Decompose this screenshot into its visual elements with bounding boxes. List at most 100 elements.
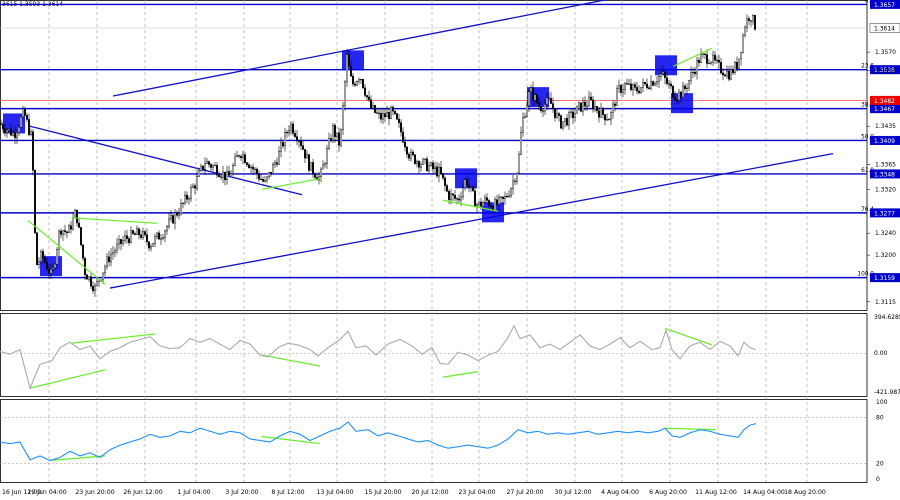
candle-body	[392, 106, 395, 112]
candle-body	[18, 127, 21, 133]
candle-body	[187, 198, 190, 200]
candle-body	[618, 85, 621, 89]
candle-body	[512, 180, 515, 189]
candle-body	[207, 161, 210, 165]
candle-body	[400, 122, 403, 133]
candle-body	[370, 99, 373, 109]
candle-body	[129, 230, 132, 243]
candle-body	[422, 158, 425, 165]
candle-body	[566, 118, 569, 126]
candle-body	[372, 105, 375, 109]
candle-body	[692, 72, 695, 74]
candle-body	[430, 162, 433, 167]
candle-body	[81, 244, 84, 259]
candle-body	[36, 232, 39, 266]
fib-price-label: 1.3467	[874, 106, 895, 113]
cci-divergence-line	[664, 327, 713, 346]
candle-body	[642, 81, 645, 88]
candle-body	[89, 276, 92, 287]
candle-body	[115, 243, 118, 251]
trendlines	[29, 0, 834, 289]
candle-body	[9, 128, 12, 136]
candle-body	[221, 171, 224, 178]
candle-body	[724, 74, 727, 77]
candle-body	[169, 215, 172, 220]
x-tick-label: 15 Jul 20:00	[364, 489, 401, 496]
candle-body	[177, 213, 180, 216]
candle-body	[143, 231, 146, 235]
candle-body	[336, 132, 339, 137]
candle-body	[185, 194, 188, 200]
price-tick-label: 1.3200	[875, 252, 896, 259]
candle-body	[684, 85, 687, 89]
candle-body	[398, 118, 401, 123]
candle-body	[732, 69, 735, 74]
candle-body	[600, 107, 603, 118]
candle-body	[658, 76, 661, 82]
candle-body	[330, 138, 333, 141]
candle-body	[714, 54, 717, 61]
candle-body	[530, 87, 533, 92]
price-tick-label: 1.3320	[875, 186, 896, 193]
candle-body	[516, 172, 519, 182]
price-tick-label: 1.3435	[875, 123, 896, 130]
candle-body	[24, 108, 27, 116]
candle-body	[542, 110, 545, 112]
candle-body	[540, 106, 543, 111]
x-tick-label: 18 Aug 20:00	[784, 489, 826, 496]
cci-line	[0, 324, 757, 390]
candle-body	[518, 154, 521, 174]
candle-body	[87, 276, 90, 280]
candle-body	[211, 165, 214, 168]
candle-body	[91, 285, 94, 291]
candle-body	[145, 234, 148, 243]
candle-body	[730, 69, 733, 80]
rsi-tick-label: 0	[876, 476, 880, 483]
candle-body	[722, 72, 725, 76]
candle-body	[139, 234, 142, 238]
candle-body	[614, 103, 617, 106]
candle-body	[424, 158, 427, 160]
candle-body	[580, 102, 583, 112]
fib-price-label: 1.3657	[874, 2, 895, 9]
candle-body	[602, 107, 605, 115]
candle-body	[678, 91, 681, 101]
candle-body	[44, 257, 47, 263]
candle-body	[26, 115, 29, 120]
candle-body	[586, 105, 589, 107]
x-tick-label: 14 Aug 04:00	[743, 489, 785, 496]
rsi-divergence-line	[664, 427, 717, 431]
candle-body	[436, 166, 439, 177]
candle-body	[133, 233, 136, 235]
candle-body	[276, 162, 279, 165]
candle-body	[304, 149, 307, 159]
x-tick-label: 26 Jun 12:00	[123, 489, 162, 496]
candle-body	[500, 196, 503, 198]
candle-body	[472, 186, 475, 192]
candle-body	[342, 105, 345, 130]
candle-body	[260, 178, 263, 180]
candle-body	[288, 129, 291, 133]
candle-body	[181, 202, 184, 204]
candle-body	[744, 27, 747, 36]
cci-tick-label: 394.6285	[874, 314, 900, 321]
candle-body	[54, 264, 57, 269]
candle-body	[428, 165, 431, 172]
candle-body	[632, 84, 635, 90]
candle-body	[231, 165, 234, 174]
trendline	[29, 125, 303, 196]
candle-body	[550, 98, 553, 104]
cci-tick-label: -421.9874	[874, 389, 900, 396]
candle-body	[247, 164, 250, 169]
candle-body	[52, 267, 55, 270]
candle-body	[648, 87, 651, 89]
candle-body	[574, 113, 577, 118]
candle-body	[79, 227, 82, 246]
candle-body	[22, 108, 25, 118]
candle-body	[502, 196, 505, 199]
trendline	[112, 0, 609, 97]
candle-body	[452, 193, 455, 196]
candle-body	[480, 201, 483, 207]
candle-body	[34, 170, 37, 233]
candle-body	[434, 166, 437, 170]
